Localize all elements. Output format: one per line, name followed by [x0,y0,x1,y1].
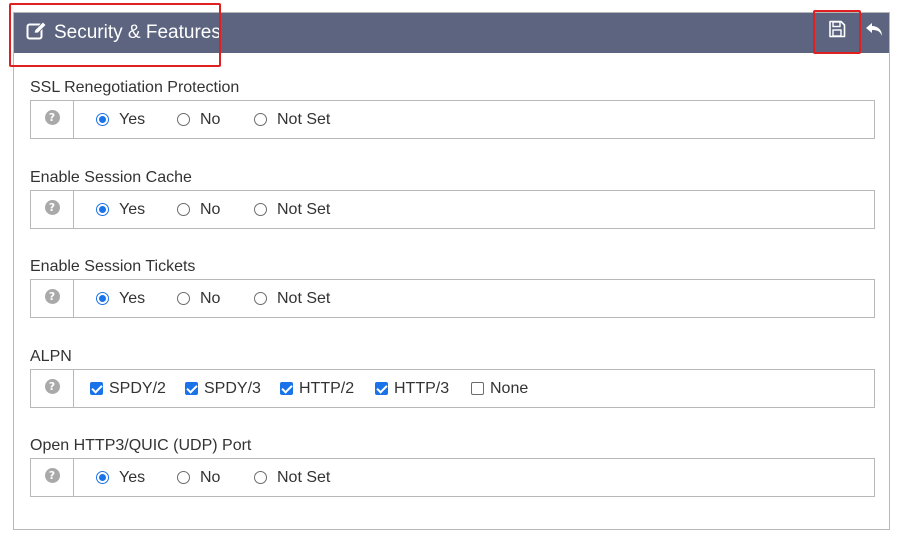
help-icon[interactable]: ? [44,200,60,215]
panel-title-group: Security & Features [14,13,221,53]
checkbox[interactable] [471,382,484,395]
checkbox-label: HTTP/3 [394,379,450,397]
field-ssl-renegotiation: ? Yes No Not Set [30,100,875,139]
checkbox-alpn-spdy3[interactable]: SPDY/3 [185,370,261,407]
help-cell: ? [31,101,74,138]
help-cell: ? [31,280,74,317]
undo-button[interactable] [860,11,888,51]
radio-button[interactable] [177,292,190,305]
field-session-cache: ? Yes No Not Set [30,190,875,229]
help-icon[interactable]: ? [44,468,60,483]
radio-session-cache-not-set[interactable]: Not Set [254,191,330,228]
radio-label: Yes [119,200,146,218]
help-cell: ? [31,370,74,407]
field-session-tickets: ? Yes No Not Set [30,279,875,318]
checkbox[interactable] [375,382,388,395]
radio-button[interactable] [254,113,267,126]
radio-session-cache-no[interactable]: No [177,191,220,228]
checkbox-alpn-none[interactable]: None [471,370,528,407]
radio-http3-quic-port-not-set[interactable]: Not Set [254,459,330,496]
radio-session-cache-yes[interactable]: Yes [96,191,145,228]
checkbox-label: SPDY/2 [109,379,166,397]
radio-button[interactable] [177,471,190,484]
radio-label: Yes [119,289,146,307]
radio-label: No [200,289,221,307]
radio-label: Not Set [277,289,331,307]
radio-ssl-renegotiation-no[interactable]: No [177,101,220,138]
field-label-session-tickets: Enable Session Tickets [30,258,196,275]
checkbox-label: None [490,379,529,397]
radio-label: Yes [119,468,146,486]
save-icon [828,20,846,43]
radio-session-tickets-yes[interactable]: Yes [96,280,145,317]
radio-label: No [200,110,221,128]
radio-button[interactable] [96,113,109,126]
checkbox[interactable] [280,382,293,395]
field-alpn: ? SPDY/2 SPDY/3 HTTP/2 HTTP/3 None [30,369,875,408]
radio-button[interactable] [96,292,109,305]
save-button[interactable] [814,11,860,51]
radio-label: No [200,468,221,486]
radio-button[interactable] [96,203,109,216]
checkbox[interactable] [185,382,198,395]
radio-label: Not Set [277,468,331,486]
field-label-ssl-renegotiation: SSL Renegotiation Protection [30,79,240,96]
field-http3-quic-port: ? Yes No Not Set [30,458,875,497]
field-label-http3-quic-port: Open HTTP3/QUIC (UDP) Port [30,437,252,454]
checkbox-alpn-spdy2[interactable]: SPDY/2 [90,370,166,407]
checkbox-alpn-http3[interactable]: HTTP/3 [375,370,449,407]
help-icon[interactable]: ? [44,110,60,125]
checkbox-label: HTTP/2 [299,379,355,397]
field-label-session-cache: Enable Session Cache [30,169,192,186]
radio-session-tickets-no[interactable]: No [177,280,220,317]
field-label-alpn: ALPN [30,348,72,365]
radio-label: Yes [119,110,146,128]
radio-button[interactable] [254,292,267,305]
radio-ssl-renegotiation-yes[interactable]: Yes [96,101,145,138]
radio-label: No [200,200,221,218]
radio-button[interactable] [254,471,267,484]
help-cell: ? [31,191,74,228]
radio-button[interactable] [96,471,109,484]
radio-session-tickets-not-set[interactable]: Not Set [254,280,330,317]
radio-button[interactable] [177,113,190,126]
checkbox-label: SPDY/3 [204,379,261,397]
help-icon[interactable]: ? [44,379,60,394]
panel-header: Security & Features [14,13,889,53]
radio-ssl-renegotiation-not-set[interactable]: Not Set [254,101,330,138]
radio-button[interactable] [177,203,190,216]
panel-title: Security & Features [54,22,221,43]
radio-button[interactable] [254,203,267,216]
checkbox[interactable] [90,382,103,395]
radio-http3-quic-port-yes[interactable]: Yes [96,459,145,496]
radio-label: Not Set [277,110,331,128]
help-cell: ? [31,459,74,496]
help-icon[interactable]: ? [44,289,60,304]
security-features-panel: Security & Features SSL Renegotiation Pr… [13,12,890,530]
checkbox-alpn-http2[interactable]: HTTP/2 [280,370,354,407]
radio-http3-quic-port-no[interactable]: No [177,459,220,496]
undo-icon [864,20,884,43]
radio-label: Not Set [277,200,331,218]
edit-icon [26,20,48,46]
